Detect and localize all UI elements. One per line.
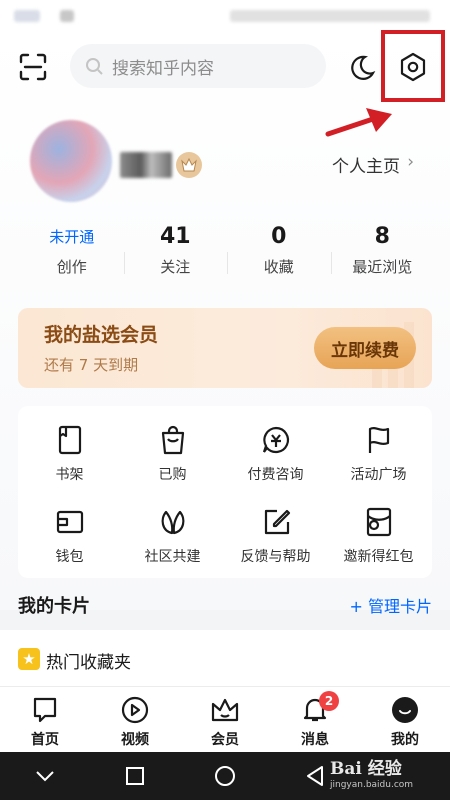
- watermark-url: jingyan.baidu.com: [330, 780, 414, 790]
- red-packet-icon: [366, 507, 391, 537]
- circle-icon: [215, 766, 235, 786]
- stat-label: 创作: [56, 258, 87, 276]
- shortcut-invite[interactable]: 邀新得红包: [327, 492, 430, 572]
- stat-value: 41: [159, 224, 191, 249]
- tab-label: 首页: [31, 732, 59, 748]
- video-icon: [121, 696, 149, 724]
- tab-profile[interactable]: 我的: [360, 687, 450, 752]
- stat-label: 收藏: [263, 258, 294, 276]
- search-icon: [86, 58, 103, 75]
- stat-value: 未开通: [49, 228, 95, 246]
- stats-row: 未开通 创作 41 关注 0 收藏 8 最近浏览: [20, 222, 434, 282]
- vip-crown-badge: [176, 152, 202, 178]
- shortcut-label: 反馈与帮助: [240, 549, 311, 565]
- star-icon: ★: [18, 648, 40, 670]
- annotation-arrow-icon: [325, 108, 392, 137]
- message-count-badge: 2: [319, 691, 339, 711]
- my-cards-header: 我的卡片 + 管理卡片: [0, 584, 450, 624]
- tab-home[interactable]: 首页: [0, 687, 90, 752]
- vip-title: 我的盐选会员: [44, 324, 159, 346]
- shortcut-wallet[interactable]: 钱包: [18, 492, 121, 572]
- stat-value: 8: [374, 224, 390, 249]
- settings-highlight-box: [381, 30, 445, 102]
- scan-icon: [19, 53, 47, 81]
- stat-value: 0: [271, 224, 287, 249]
- shortcut-label: 钱包: [55, 549, 84, 565]
- shortcut-paid-consult[interactable]: 付费咨询: [224, 410, 327, 490]
- tab-vip[interactable]: 会员: [180, 687, 270, 752]
- shortcut-label: 付费咨询: [247, 467, 304, 483]
- search-bar[interactable]: 搜索知乎内容: [70, 44, 326, 88]
- tab-label: 视频: [121, 732, 149, 748]
- bookshelf-icon: [58, 425, 81, 455]
- edit-icon: [264, 509, 290, 535]
- stat-following[interactable]: 41 关注: [123, 222, 228, 282]
- back-triangle-icon: [307, 766, 323, 786]
- tab-label: 我的: [391, 732, 419, 748]
- flag-icon: [368, 427, 389, 453]
- bottom-tab-bar: 首页 视频 会员 2 消息 我的: [0, 686, 450, 752]
- nav-down-button[interactable]: [0, 769, 90, 783]
- baidu-jingyan-watermark: Bai 经验 jingyan.baidu.com: [328, 748, 422, 796]
- profile-icon: [392, 697, 418, 723]
- crown-icon: [211, 698, 239, 722]
- stat-creation[interactable]: 未开通 创作: [20, 222, 124, 282]
- search-placeholder: 搜索知乎内容: [112, 58, 214, 79]
- scan-button[interactable]: [16, 50, 50, 84]
- renew-button[interactable]: 立即续费: [314, 327, 416, 369]
- status-right-blurred: [230, 10, 430, 22]
- status-icon-blurred: [60, 10, 74, 22]
- night-mode-button[interactable]: [346, 52, 378, 84]
- shortcut-label: 已购: [158, 467, 187, 483]
- tab-label: 会员: [211, 732, 239, 748]
- crown-badge-icon: [181, 158, 197, 172]
- avatar[interactable]: [30, 120, 112, 202]
- my-cards-title: 我的卡片: [18, 596, 90, 617]
- status-icons-blurred: [14, 10, 40, 22]
- shortcut-grid: 书架 已购 付费咨询 活动广场 钱包 社区共建 反馈与帮助 邀新得红包: [18, 406, 432, 578]
- leaf-icon: [161, 510, 184, 535]
- shortcut-activity-square[interactable]: 活动广场: [327, 410, 430, 490]
- tab-messages[interactable]: 2 消息: [270, 687, 360, 752]
- chevron-right-icon: ›: [407, 152, 414, 172]
- shortcut-community[interactable]: 社区共建: [121, 492, 224, 572]
- shopping-bag-icon: [161, 425, 184, 455]
- stat-label: 最近浏览: [352, 258, 413, 276]
- favorite-folder-title: 热门收藏夹: [46, 653, 131, 673]
- nav-home-button[interactable]: [180, 765, 270, 787]
- nav-recents-button[interactable]: [90, 766, 180, 786]
- status-bar: [0, 0, 450, 30]
- favorite-folder-card[interactable]: ★ 热门收藏夹: [0, 630, 450, 686]
- stat-label: 关注: [160, 258, 191, 276]
- shortcut-label: 社区共建: [144, 549, 201, 565]
- paid-consult-icon: [262, 426, 289, 454]
- vip-expiry: 还有 7 天到期: [44, 356, 139, 374]
- shortcut-purchased[interactable]: 已购: [121, 410, 224, 490]
- square-icon: [126, 767, 144, 785]
- moon-icon: [351, 55, 376, 80]
- shortcut-label: 书架: [55, 467, 84, 483]
- shortcut-label: 邀新得红包: [343, 549, 414, 565]
- manage-cards-link[interactable]: + 管理卡片: [350, 593, 433, 617]
- stat-favorites[interactable]: 0 收藏: [227, 222, 331, 282]
- vip-membership-card[interactable]: 我的盐选会员 还有 7 天到期 立即续费: [18, 308, 432, 388]
- tab-video[interactable]: 视频: [90, 687, 180, 752]
- shortcut-label: 活动广场: [350, 467, 407, 483]
- tab-label: 消息: [301, 732, 329, 748]
- username-blurred: [120, 152, 172, 178]
- watermark-brand: Bai 经验: [330, 759, 402, 779]
- homepage-label: 个人主页: [332, 157, 400, 177]
- shortcut-feedback[interactable]: 反馈与帮助: [224, 492, 327, 572]
- home-icon: [33, 697, 57, 723]
- wallet-icon: [56, 510, 83, 534]
- shortcut-bookshelf[interactable]: 书架: [18, 410, 121, 490]
- chevron-down-icon: [36, 771, 54, 782]
- stat-recent[interactable]: 8 最近浏览: [330, 222, 435, 282]
